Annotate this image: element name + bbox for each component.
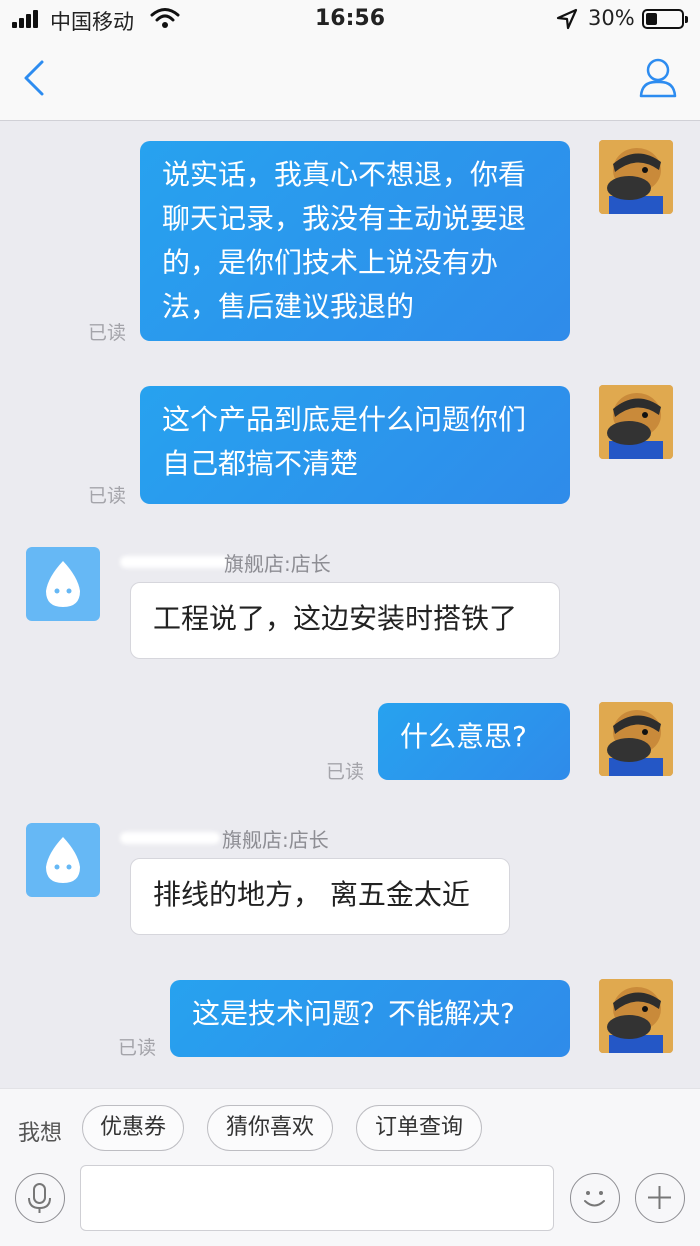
message-input[interactable] [80,1165,554,1231]
user-avatar[interactable] [599,702,673,776]
battery-percent: 30% [588,6,635,30]
message-text: 说实话，我真心不想退，你看聊天记录，我没有主动说要退的，是你们技术上说没有办法，… [162,158,527,323]
shop-avatar[interactable] [26,823,100,897]
plus-icon[interactable] [635,1173,685,1223]
read-receipt: 已读 [88,322,127,344]
message-bubble[interactable]: 说实话，我真心不想退，你看聊天记录，我没有主动说要退的，是你们技术上说没有办法，… [140,141,570,341]
emoji-icon[interactable] [570,1173,620,1223]
read-receipt: 已读 [118,1037,157,1059]
chip-coupon[interactable]: 优惠券 [82,1105,184,1151]
message-bubble[interactable]: 这个产品到底是什么问题你们自己都搞不清楚 [140,386,570,504]
location-arrow-icon [556,8,578,30]
nav-bar [0,40,700,121]
quick-label: 我想 [18,1121,63,1146]
message-bubble[interactable]: 这是技术问题？不能解决? [170,980,570,1057]
sender-name: 旗舰店:店长 [222,828,329,852]
profile-icon[interactable] [638,56,678,100]
user-avatar[interactable] [599,140,673,214]
redacted-name [120,832,220,844]
read-receipt: 已读 [88,485,127,507]
message-bubble[interactable]: 排线的地方， 离五金太近 [130,858,510,935]
user-avatar[interactable] [599,385,673,459]
message-bubble[interactable]: 工程说了，这边安装时搭铁了 [130,582,560,659]
message-bubble[interactable]: 什么意思? [378,703,570,780]
microphone-icon[interactable] [15,1173,65,1223]
chip-recommend[interactable]: 猜你喜欢 [207,1105,333,1151]
user-avatar[interactable] [599,979,673,1053]
chip-order-query[interactable]: 订单查询 [356,1105,482,1151]
message-text: 工程说了，这边安装时搭铁了 [153,602,518,635]
message-text: 这是技术问题？不能解决? [192,997,515,1030]
read-receipt: 已读 [326,761,365,783]
message-text: 这个产品到底是什么问题你们自己都搞不清楚 [162,403,527,480]
battery-icon [642,9,688,29]
back-chevron-icon[interactable] [20,58,50,98]
shop-avatar[interactable] [26,547,100,621]
redacted-name [120,556,230,568]
status-bar: 中国移动 16:56 30% [0,0,700,40]
message-text: 排线的地方， 离五金太近 [153,878,470,911]
sender-name: 旗舰店:店长 [224,552,331,576]
message-text: 什么意思? [400,720,527,753]
